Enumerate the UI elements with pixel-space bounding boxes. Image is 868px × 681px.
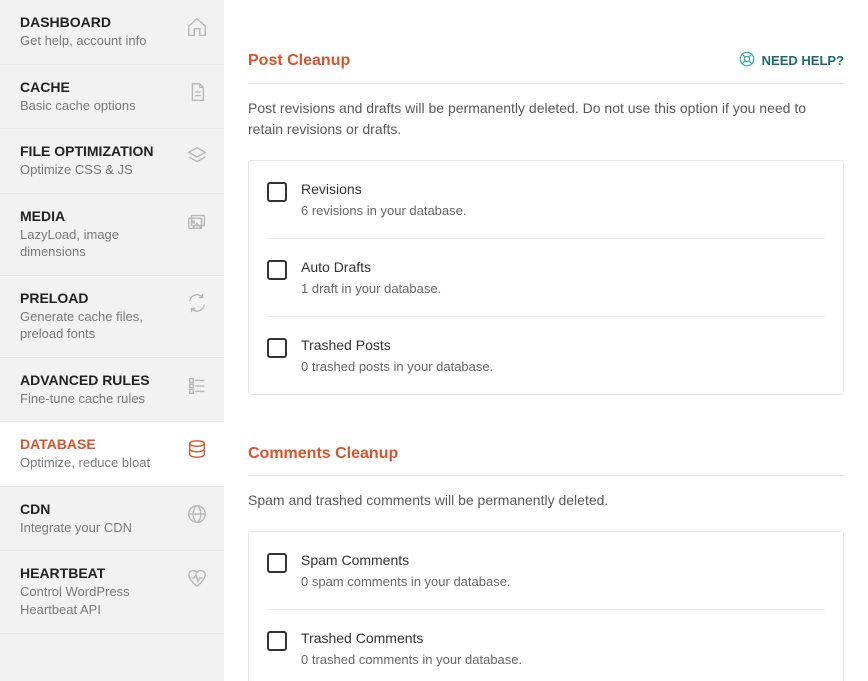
- option-label: Trashed Posts: [301, 337, 493, 353]
- sidebar-item-subtitle: Fine-tune cache rules: [20, 390, 178, 408]
- sidebar-item-title: ADVANCED RULES: [20, 372, 178, 388]
- database-icon: [186, 438, 208, 460]
- sidebar-item-cache[interactable]: CACHE Basic cache options: [0, 65, 224, 130]
- section-title: Comments Cleanup: [248, 445, 398, 463]
- globe-icon: [186, 503, 208, 525]
- sidebar-item-title: DASHBOARD: [20, 14, 178, 30]
- sidebar-item-advanced-rules[interactable]: ADVANCED RULES Fine-tune cache rules: [0, 358, 224, 423]
- sidebar-item-subtitle: Integrate your CDN: [20, 519, 178, 537]
- option-detail: 6 revisions in your database.: [301, 203, 466, 218]
- sidebar-item-file-optimization[interactable]: FILE OPTIMIZATION Optimize CSS & JS: [0, 129, 224, 194]
- list-item: Trashed Posts 0 trashed posts in your dat…: [267, 317, 825, 394]
- need-help-label: NEED HELP?: [762, 53, 844, 68]
- file-icon: [186, 81, 208, 103]
- sidebar-item-title: MEDIA: [20, 208, 178, 224]
- images-icon: [186, 210, 208, 232]
- option-detail: 0 trashed comments in your database.: [301, 652, 522, 667]
- section-divider: [248, 83, 844, 84]
- sidebar-item-subtitle: Control WordPress Heartbeat API: [20, 583, 178, 618]
- list-item: Spam Comments 0 spam comments in your dat…: [267, 532, 825, 610]
- need-help-link[interactable]: NEED HELP?: [738, 50, 844, 71]
- sidebar-item-subtitle: Get help, account info: [20, 32, 178, 50]
- layers-icon: [186, 145, 208, 167]
- sidebar-item-title: CDN: [20, 501, 178, 517]
- list-item: Revisions 6 revisions in your database.: [267, 161, 825, 239]
- sidebar: DASHBOARD Get help, account info CACHE Basi…: [0, 0, 224, 681]
- home-icon: [186, 16, 208, 38]
- section-description: Post revisions and drafts will be perman…: [248, 98, 844, 140]
- sidebar-item-cdn[interactable]: CDN Integrate your CDN: [0, 487, 224, 552]
- section-header: Comments Cleanup: [248, 395, 844, 471]
- option-label: Spam Comments: [301, 552, 511, 568]
- sidebar-item-title: PRELOAD: [20, 290, 178, 306]
- checkbox-trashed-comments[interactable]: [267, 631, 287, 651]
- sidebar-item-subtitle: Optimize, reduce bloat: [20, 454, 178, 472]
- section-header: Post Cleanup NEED HELP?: [248, 0, 844, 79]
- option-label: Trashed Comments: [301, 630, 522, 646]
- checkbox-spam-comments[interactable]: [267, 553, 287, 573]
- sidebar-item-database[interactable]: DATABASE Optimize, reduce bloat: [0, 422, 224, 487]
- option-detail: 0 trashed posts in your database.: [301, 359, 493, 374]
- section-title: Post Cleanup: [248, 52, 350, 70]
- option-detail: 1 draft in your database.: [301, 281, 441, 296]
- sidebar-item-title: HEARTBEAT: [20, 565, 178, 581]
- checkbox-auto-drafts[interactable]: [267, 260, 287, 280]
- cleanup-list: Revisions 6 revisions in your database. Au…: [248, 160, 844, 395]
- sidebar-item-subtitle: LazyLoad, image dimensions: [20, 226, 178, 261]
- sidebar-item-subtitle: Generate cache files, preload fonts: [20, 308, 178, 343]
- list-item: Trashed Comments 0 trashed comments in yo…: [267, 610, 825, 681]
- main-content: Post Cleanup NEED HELP? Post revisions and…: [224, 0, 868, 681]
- sliders-icon: [186, 374, 208, 396]
- sidebar-item-title: CACHE: [20, 79, 178, 95]
- cleanup-list: Spam Comments 0 spam comments in your dat…: [248, 531, 844, 681]
- sidebar-item-title: FILE OPTIMIZATION: [20, 143, 178, 159]
- checkbox-trashed-posts[interactable]: [267, 338, 287, 358]
- list-item: Auto Drafts 1 draft in your database.: [267, 239, 825, 317]
- option-label: Revisions: [301, 181, 466, 197]
- sidebar-item-preload[interactable]: PRELOAD Generate cache files, preload fon…: [0, 276, 224, 358]
- sidebar-item-dashboard[interactable]: DASHBOARD Get help, account info: [0, 0, 224, 65]
- section-divider: [248, 475, 844, 476]
- section-description: Spam and trashed comments will be perman…: [248, 490, 844, 511]
- sidebar-item-subtitle: Optimize CSS & JS: [20, 161, 178, 179]
- option-detail: 0 spam comments in your database.: [301, 574, 511, 589]
- sidebar-item-subtitle: Basic cache options: [20, 97, 178, 115]
- help-icon: [738, 50, 756, 71]
- sidebar-item-heartbeat[interactable]: HEARTBEAT Control WordPress Heartbeat API: [0, 551, 224, 633]
- heartbeat-icon: [186, 567, 208, 589]
- refresh-icon: [186, 292, 208, 314]
- checkbox-revisions[interactable]: [267, 182, 287, 202]
- sidebar-item-title: DATABASE: [20, 436, 178, 452]
- option-label: Auto Drafts: [301, 259, 441, 275]
- sidebar-item-media[interactable]: MEDIA LazyLoad, image dimensions: [0, 194, 224, 276]
